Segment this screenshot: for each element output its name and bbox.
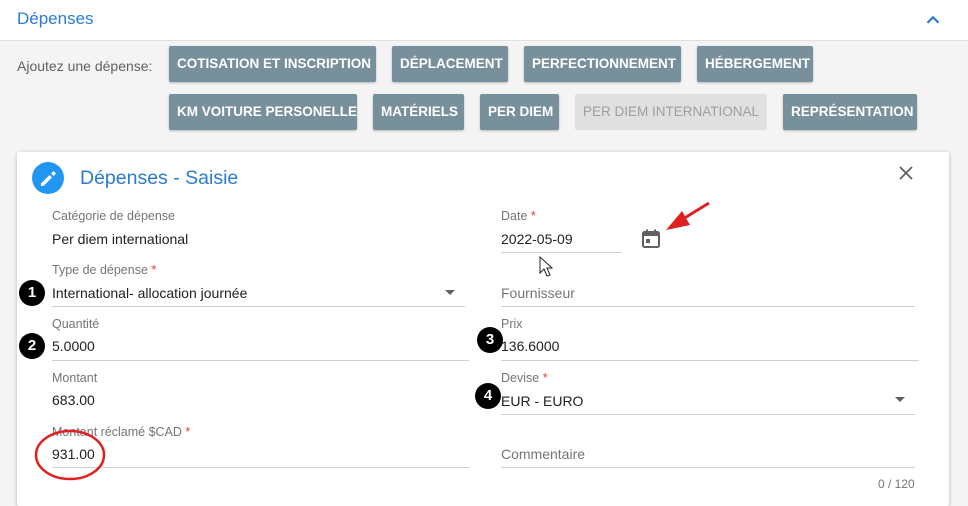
supplier-input[interactable]: Fournisseur — [501, 285, 575, 301]
chevron-up-icon[interactable] — [922, 9, 944, 31]
section-title: Dépenses — [17, 9, 94, 28]
add-hebergement-button[interactable]: HÉBERGEMENT — [697, 46, 813, 82]
comment-underline — [501, 467, 915, 468]
date-label: Date * — [501, 209, 536, 223]
type-dropdown-arrow-icon[interactable] — [445, 290, 455, 295]
add-perfectionnement-button[interactable]: PERFECTIONNEMENT — [524, 46, 681, 82]
annotation-badge-1: 1 — [19, 280, 45, 306]
claimed-input[interactable]: 931.00 — [52, 446, 95, 462]
date-underline — [501, 252, 621, 253]
type-label: Type de dépense * — [52, 263, 157, 277]
amount-value: 683.00 — [52, 392, 95, 408]
quantity-label: Quantité — [52, 317, 100, 331]
annotation-badge-4: 4 — [475, 383, 501, 409]
claimed-label: Montant réclamé $CAD * — [52, 425, 191, 439]
comment-input[interactable]: Commentaire — [501, 446, 585, 462]
add-km-voiture-button[interactable]: KM VOITURE PERSONELLE — [169, 94, 357, 130]
add-per-diem-button[interactable]: PER DIEM — [480, 94, 559, 130]
type-underline — [52, 306, 465, 307]
annotation-badge-3: 3 — [477, 327, 503, 353]
supplier-underline — [501, 306, 915, 307]
add-expense-label: Ajoutez une dépense: — [17, 58, 153, 74]
add-cotisation-button[interactable]: COTISATION ET INSCRIPTION — [169, 46, 376, 82]
annotation-badge-2: 2 — [19, 333, 45, 359]
add-materiels-button[interactable]: MATÉRIELS — [373, 94, 464, 130]
currency-dropdown-arrow-icon[interactable] — [895, 397, 905, 402]
form-title: Dépenses - Saisie — [80, 167, 239, 189]
price-input[interactable]: 136.6000 — [501, 338, 559, 354]
pencil-icon — [32, 162, 64, 194]
type-select[interactable]: International- allocation journée — [52, 285, 247, 301]
close-icon[interactable] — [897, 164, 915, 182]
category-label: Catégorie de dépense — [52, 209, 176, 223]
section-header: Dépenses — [0, 0, 968, 41]
price-underline — [501, 360, 919, 361]
amount-label: Montant — [52, 371, 98, 385]
calendar-icon[interactable] — [641, 229, 661, 249]
category-value: Per diem international — [52, 231, 189, 247]
currency-label: Devise * — [501, 371, 548, 385]
currency-underline — [501, 414, 915, 415]
quantity-underline — [52, 360, 469, 361]
add-per-diem-international-button: PER DIEM INTERNATIONAL — [575, 94, 767, 130]
currency-select[interactable]: EUR - EURO — [501, 393, 583, 409]
add-representation-button[interactable]: REPRÉSENTATION — [783, 94, 917, 130]
date-field[interactable]: 2022-05-09 — [501, 231, 573, 247]
add-deplacement-button[interactable]: DÉPLACEMENT — [392, 46, 508, 82]
claimed-underline — [52, 467, 469, 468]
comment-counter: 0 / 120 — [878, 477, 915, 491]
quantity-input[interactable]: 5.0000 — [52, 338, 95, 354]
price-label: Prix — [501, 317, 523, 331]
